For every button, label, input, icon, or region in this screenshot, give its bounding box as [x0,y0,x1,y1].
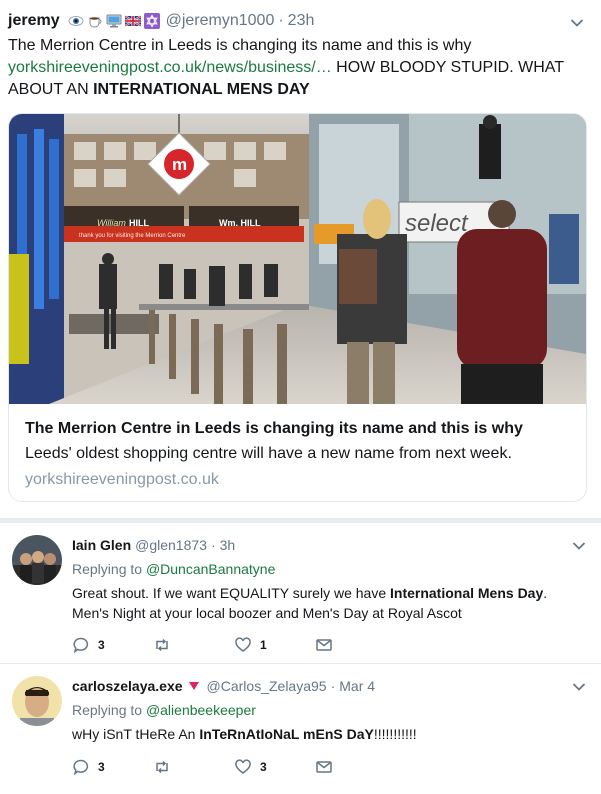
like-button[interactable]: 1 [234,636,315,654]
reply-text-bold: International Mens Day [390,585,544,601]
tweet-time[interactable]: 23h [288,12,315,30]
reply-time[interactable]: 3h [220,537,236,553]
computer-icon [106,14,122,28]
replying-mention[interactable]: @alienbeekeeper [146,702,256,718]
card-description: Leeds' oldest shopping centre will have … [25,445,512,462]
reply-actions: 3 1 [72,636,396,654]
tweet-text-line1: The Merrion Centre in Leeds is changing … [8,37,472,54]
svg-text:thank you for visiting the Mer: thank you for visiting the Merrion Centr… [79,233,186,239]
reply-text-a: Great shout. If we want EQUALITY surely … [72,585,390,601]
reply-button[interactable]: 3 [72,636,153,654]
like-count: 1 [260,638,267,652]
envelope-icon [316,761,332,773]
like-button[interactable]: 3 [234,758,315,776]
retweet-button[interactable] [153,758,234,776]
retweet-icon [156,638,168,652]
reply-text: wHy iSnT tHeRe An InTeRnAtIoNaL mEnS DaY… [72,724,587,744]
like-count: 3 [260,760,267,774]
replying-to: Replying to @DuncanBannatyne [72,561,275,577]
reply-header: Iain Glen @glen1873 · 3h [72,537,235,553]
reply-count: 3 [98,760,105,774]
author-handle[interactable]: @jeremyn1000 [166,12,275,30]
chevron-down-icon[interactable] [571,679,587,695]
retweet-button[interactable] [153,636,234,654]
coffee-icon [89,17,102,28]
eye-icon [68,16,84,26]
avatar[interactable] [12,676,62,726]
card-domain: yorkshireeveningpost.co.uk [25,471,219,488]
header-separator: · [278,12,284,29]
reply-count: 3 [98,638,105,652]
star-of-david-icon [143,13,160,29]
replying-label: Replying to [72,561,143,577]
reply-author-handle[interactable]: @glen1873 [135,537,207,553]
retweet-icon [156,760,168,774]
link-card[interactable]: William HILL Wm. HILL thank you for visi… [8,113,587,502]
reply-author-name[interactable]: carloszelaya.exe [72,678,183,694]
reply-icon [73,759,89,776]
chevron-down-icon[interactable] [571,538,587,554]
replying-mention[interactable]: @DuncanBannatyne [146,561,275,577]
dm-button[interactable] [315,636,396,654]
heart-icon [235,759,251,774]
reply-header-separator: · [210,537,216,553]
reply-header-separator: · [330,678,336,694]
reply-button[interactable]: 3 [72,758,153,776]
card-title[interactable]: The Merrion Centre in Leeds is changing … [25,420,523,438]
heart-icon [235,637,251,652]
reply-icon [73,637,89,654]
reply-header: carloszelaya.exe @Carlos_Zelaya95 · Mar … [72,678,375,694]
replying-label: Replying to [72,702,143,718]
tweet-header: jeremy @jeremyn1000 · 23h [8,10,314,32]
tweet-link[interactable]: yorkshireeveningpost.co.uk/news/business… [8,59,332,76]
red-triangle-icon [188,682,199,690]
reply-text-bold: InTeRnAtIoNaL mEnS DaY [199,726,374,742]
chevron-down-icon[interactable] [569,15,585,31]
reply-text-a: wHy iSnT tHeRe An [72,726,200,742]
envelope-icon [316,639,332,651]
reply-tweet: Iain Glen @glen1873 · 3h Replying to @Du… [0,523,601,663]
reply-text: Great shout. If we want EQUALITY surely … [72,583,587,623]
uk-flag-icon [124,15,141,27]
name-emojis [68,13,160,29]
reply-author-handle[interactable]: @Carlos_Zelaya95 [207,678,327,694]
reply-time[interactable]: Mar 4 [339,678,375,694]
svg-text:m: m [172,155,187,174]
reply-author-name[interactable]: Iain Glen [72,537,131,553]
dm-button[interactable] [315,758,396,776]
main-tweet: jeremy @jeremyn1000 · 23h The Merrion Ce… [0,0,601,518]
avatar[interactable] [12,535,62,585]
replying-to: Replying to @alienbeekeeper [72,702,256,718]
reply-tweet: carloszelaya.exe @Carlos_Zelaya95 · Mar … [0,664,601,794]
svg-text:select: select [405,210,469,237]
author-name[interactable]: jeremy [8,12,60,30]
tweet-text: The Merrion Centre in Leeds is changing … [8,35,593,101]
reply-text-b: !!!!!!!!!!! [373,726,417,742]
card-image[interactable]: William HILL Wm. HILL thank you for visi… [9,114,586,404]
reply-actions: 3 3 [72,758,396,776]
tweet-text-bold: INTERNATIONAL MENS DAY [93,81,310,98]
